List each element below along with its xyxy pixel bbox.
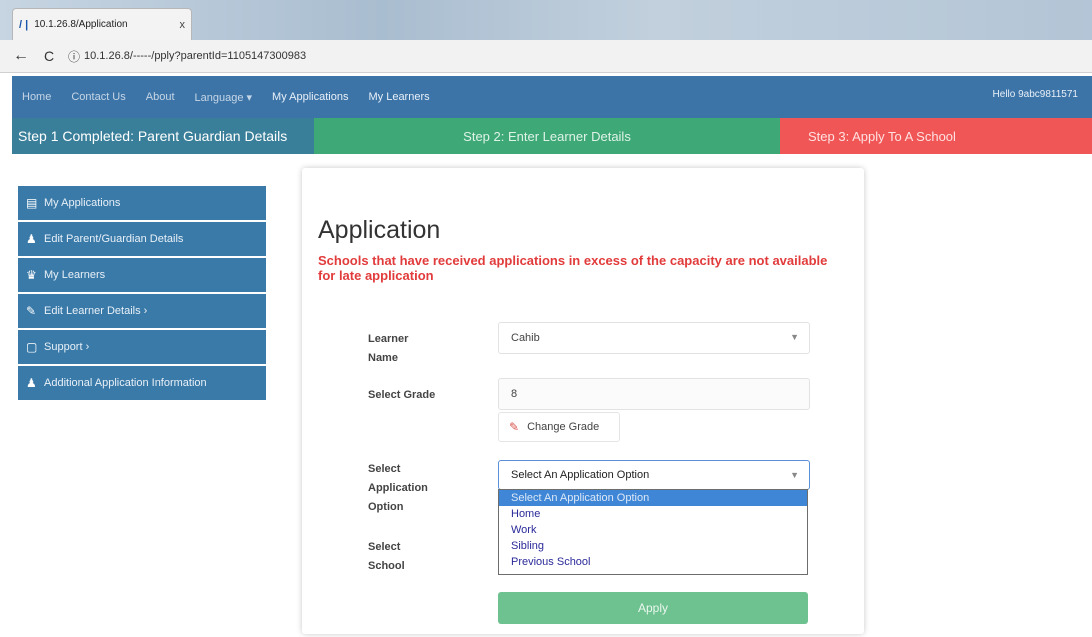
nav-contact-us[interactable]: Contact Us [61,91,135,103]
user-icon: ♟ [26,376,37,390]
site-nav: Home Contact Us About Language ▾ My Appl… [12,76,1092,118]
option-select-placeholder[interactable]: Select An Application Option [499,490,807,506]
page-title: Application [318,216,441,244]
nav-about[interactable]: About [136,91,185,103]
close-tab-icon[interactable]: x [180,19,186,31]
option-previous-school[interactable]: Previous School [499,554,807,570]
sidebar-item-my-applications[interactable]: ▤ My Applications [18,186,266,222]
learners-icon: ♛ [26,268,37,282]
pencil-icon: ✎ [509,420,520,434]
step-1[interactable]: Step 1 Completed: Parent Guardian Detail… [12,118,314,154]
screen: / | 10.1.26.8/Application x ← C ⓘ 10.1.2… [0,0,1092,637]
grade-field: 8 [498,378,810,410]
sidebar-item-label: My Learners [44,269,106,281]
grade-label: Select Grade [368,389,436,401]
nav-home[interactable]: Home [12,91,61,103]
sidebar-item-label: My Applications [44,197,121,209]
chevron-down-icon: ▼ [790,332,799,342]
favicon-icon: / | [19,18,29,31]
url-input[interactable]: 10.1.26.8/-----/pply?parentId=1105147300… [84,50,306,62]
option-work[interactable]: Work [499,522,807,538]
sidebar: ▤ My Applications ♟ Edit Parent/Guardian… [18,186,266,402]
sidebar-item-support[interactable]: ▢ Support › [18,330,266,366]
application-option-label: Select Application Option [368,463,428,513]
learner-name-value: Cahib [511,332,540,344]
grade-value: 8 [511,388,518,400]
learner-name-label: Learner Name [368,333,409,364]
apply-button[interactable]: Apply [498,592,808,624]
sidebar-item-label: Additional Application Information [44,377,207,389]
support-icon: ▢ [26,340,38,354]
sidebar-item-label: Support › [44,341,90,353]
step-2[interactable]: Step 2: Enter Learner Details [314,118,780,154]
nav-my-learners[interactable]: My Learners [358,91,439,103]
pencil-icon: ✎ [26,304,37,318]
address-bar: ← C ⓘ 10.1.26.8/-----/pply?parentId=1105… [0,40,1092,73]
application-card: Application Schools that have received a… [302,168,864,634]
sidebar-item-my-learners[interactable]: ♛ My Learners [18,258,266,294]
sidebar-item-edit-parent[interactable]: ♟ Edit Parent/Guardian Details [18,222,266,258]
capacity-notice: Schools that have received applications … [318,253,828,283]
change-grade-label: Change Grade [527,421,600,433]
learner-name-select[interactable]: Cahib ▼ [498,322,810,354]
nav-my-applications[interactable]: My Applications [262,91,358,103]
sidebar-item-label: Edit Parent/Guardian Details [44,233,184,245]
browser-tab[interactable]: / | 10.1.26.8/Application x [12,8,192,40]
steps-bar: Step 1 Completed: Parent Guardian Detail… [12,118,1092,154]
tab-title: 10.1.26.8/Application [34,19,128,30]
application-option-value: Select An Application Option [511,469,650,481]
chevron-down-icon: ▼ [790,470,799,480]
applications-icon: ▤ [26,196,38,210]
option-home[interactable]: Home [499,506,807,522]
sidebar-item-edit-learner[interactable]: ✎ Edit Learner Details › [18,294,266,330]
school-label: Select School [368,541,405,572]
sidebar-item-label: Edit Learner Details › [44,305,148,317]
application-option-dropdown: Select An Application Option Home Work S… [498,489,808,575]
nav-language[interactable]: Language ▾ [185,91,263,104]
user-icon: ♟ [26,232,37,246]
reload-icon[interactable]: C [38,48,60,64]
user-greeting[interactable]: Hello 9abc9811571 [993,89,1078,100]
browser-tab-strip: / | 10.1.26.8/Application x [0,0,1092,40]
application-option-select[interactable]: Select An Application Option ▼ [498,460,810,490]
option-sibling[interactable]: Sibling [499,538,807,554]
back-arrow-icon[interactable]: ← [10,47,32,65]
step-3[interactable]: Step 3: Apply To A School [780,118,1092,154]
info-icon[interactable]: ⓘ [68,48,80,65]
change-grade-button[interactable]: ✎ Change Grade [498,412,620,442]
sidebar-item-additional-info[interactable]: ♟ Additional Application Information [18,366,266,402]
